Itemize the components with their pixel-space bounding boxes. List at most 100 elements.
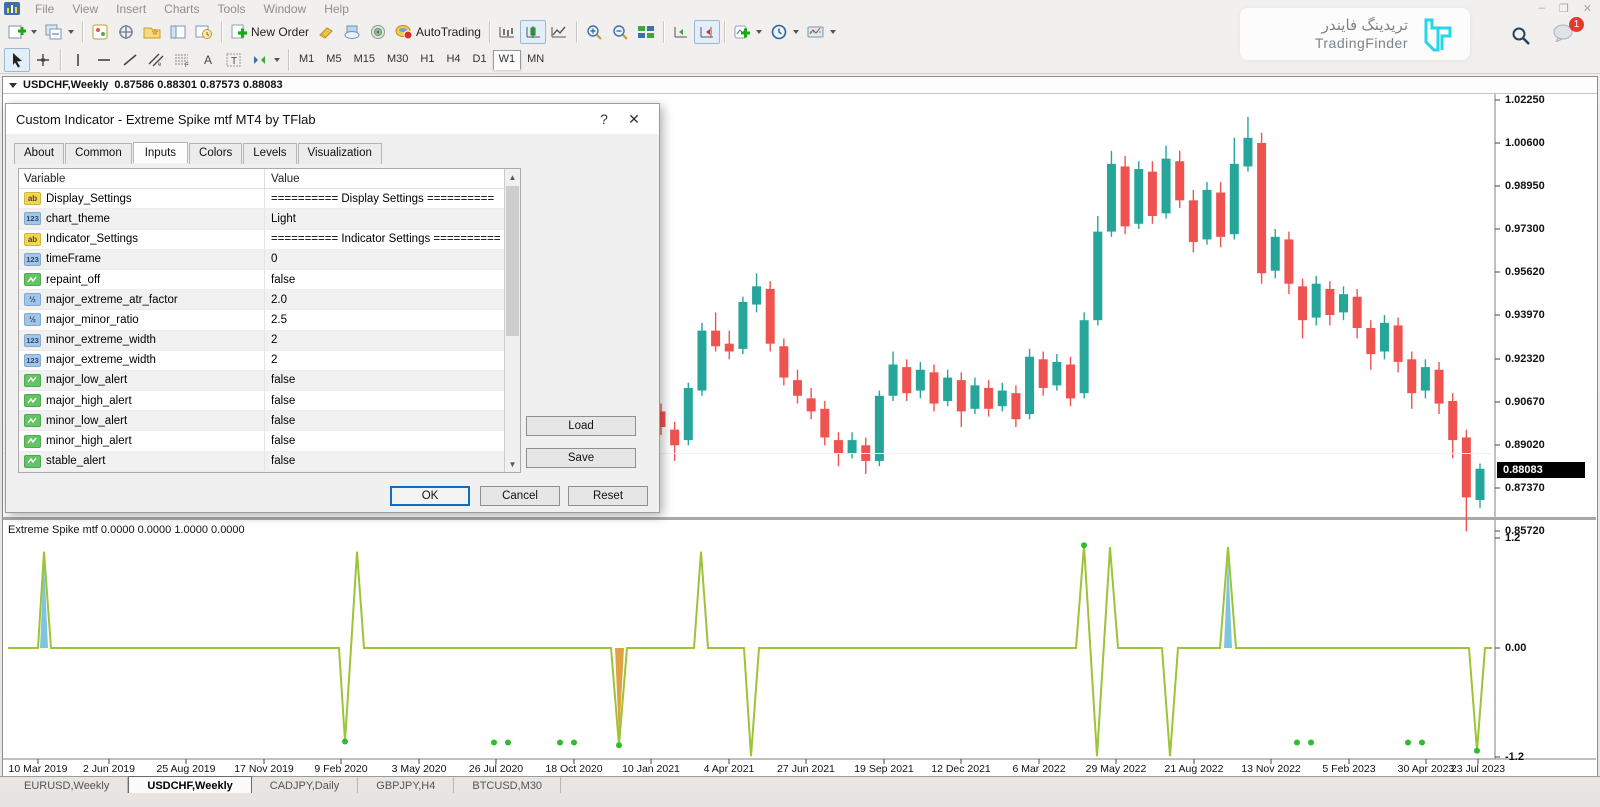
variable-value[interactable]: false bbox=[264, 270, 520, 289]
table-row[interactable]: 123minor_extreme_width2 bbox=[19, 331, 520, 351]
strategy-tester-button[interactable] bbox=[191, 20, 217, 44]
chart-shift-button[interactable] bbox=[694, 20, 720, 44]
variable-value[interactable]: false bbox=[264, 411, 520, 430]
timeframe-button-h4[interactable]: H4 bbox=[440, 50, 466, 70]
reset-button[interactable]: Reset bbox=[568, 486, 648, 506]
market-watch-button[interactable] bbox=[87, 20, 113, 44]
table-row[interactable]: stable_alertfalse bbox=[19, 452, 520, 472]
trendline-button[interactable] bbox=[117, 48, 143, 72]
timeframe-button-m30[interactable]: M30 bbox=[381, 50, 414, 70]
timeframe-button-mn[interactable]: MN bbox=[521, 50, 550, 70]
arrows-button[interactable] bbox=[247, 48, 284, 72]
horizontal-line-button[interactable] bbox=[91, 48, 117, 72]
text-button[interactable]: A bbox=[195, 48, 221, 72]
timeframe-button-m1[interactable]: M1 bbox=[293, 50, 320, 70]
history-center-button[interactable] bbox=[313, 20, 339, 44]
timeframe-button-w1[interactable]: W1 bbox=[493, 50, 522, 70]
scroll-up-arrow[interactable]: ▲ bbox=[505, 169, 520, 185]
chart-tab-gbpjpy[interactable]: GBPJPY,H4 bbox=[358, 777, 454, 793]
zoom-out-button[interactable] bbox=[607, 20, 633, 44]
fibonacci-button[interactable]: F bbox=[169, 48, 195, 72]
candlestick-chart-button[interactable] bbox=[520, 20, 546, 44]
table-scrollbar[interactable]: ▲ ▼ bbox=[504, 169, 520, 472]
variable-value[interactable]: 0 bbox=[264, 250, 520, 269]
chart-tab-btcusd[interactable]: BTCUSD,M30 bbox=[454, 777, 561, 793]
collapse-triangle-icon[interactable] bbox=[9, 83, 17, 88]
variable-value[interactable]: ========== Display Settings ========== bbox=[264, 189, 520, 208]
save-button[interactable]: Save bbox=[526, 448, 636, 468]
variable-value[interactable]: 2 bbox=[264, 351, 520, 370]
close-button[interactable]: ✕ bbox=[1583, 2, 1592, 15]
table-row[interactable]: 123timeFrame0 bbox=[19, 250, 520, 270]
timeframe-button-m15[interactable]: M15 bbox=[348, 50, 381, 70]
variable-value[interactable]: false bbox=[264, 371, 520, 390]
global-variables-button[interactable] bbox=[339, 20, 365, 44]
indicators-button[interactable] bbox=[729, 20, 766, 44]
table-row[interactable]: 123major_extreme_width2 bbox=[19, 351, 520, 371]
vertical-line-button[interactable] bbox=[65, 48, 91, 72]
scroll-down-arrow[interactable]: ▼ bbox=[505, 456, 520, 472]
variable-value[interactable]: 2.0 bbox=[264, 290, 520, 309]
load-button[interactable]: Load bbox=[526, 416, 636, 436]
dialog-tab-about[interactable]: About bbox=[14, 143, 64, 164]
profiles-button[interactable] bbox=[41, 20, 78, 44]
chart-tab-eurusd[interactable]: EURUSD,Weekly bbox=[6, 777, 128, 793]
menu-item-charts[interactable]: Charts bbox=[155, 2, 208, 16]
auto-scroll-button[interactable] bbox=[668, 20, 694, 44]
menu-item-tools[interactable]: Tools bbox=[209, 2, 255, 16]
variable-value[interactable]: 2.5 bbox=[264, 310, 520, 329]
line-chart-button[interactable] bbox=[546, 20, 572, 44]
table-row[interactable]: major_high_alertfalse bbox=[19, 391, 520, 411]
table-row[interactable]: abIndicator_Settings========== Indicator… bbox=[19, 230, 520, 250]
table-row[interactable]: ½major_minor_ratio2.5 bbox=[19, 310, 520, 330]
templates-button[interactable] bbox=[803, 20, 840, 44]
zoom-in-button[interactable] bbox=[581, 20, 607, 44]
timeframe-button-m5[interactable]: M5 bbox=[320, 50, 347, 70]
scroll-thumb[interactable] bbox=[506, 186, 519, 336]
ok-button[interactable]: OK bbox=[390, 486, 470, 506]
variable-value[interactable]: 2 bbox=[264, 331, 520, 350]
search-icon[interactable] bbox=[1511, 26, 1531, 46]
dialog-tab-colors[interactable]: Colors bbox=[189, 143, 242, 164]
equidistant-channel-button[interactable]: e bbox=[143, 48, 169, 72]
variable-value[interactable]: false bbox=[264, 452, 520, 471]
menu-item-view[interactable]: View bbox=[63, 2, 107, 16]
notifications-button[interactable]: 1 bbox=[1553, 24, 1575, 47]
table-row[interactable]: major_low_alertfalse bbox=[19, 371, 520, 391]
chart-tab-usdchf[interactable]: USDCHF,Weekly bbox=[128, 776, 251, 793]
variable-value[interactable]: false bbox=[264, 431, 520, 450]
navigator-button[interactable] bbox=[139, 20, 165, 44]
new-chart-button[interactable] bbox=[4, 20, 41, 44]
menu-item-help[interactable]: Help bbox=[315, 2, 358, 16]
text-label-button[interactable]: T bbox=[221, 48, 247, 72]
tile-windows-button[interactable] bbox=[633, 20, 659, 44]
table-row[interactable]: ½major_extreme_atr_factor2.0 bbox=[19, 290, 520, 310]
dialog-close-button[interactable]: ✕ bbox=[619, 111, 649, 128]
table-row[interactable]: 123chart_themeLight bbox=[19, 209, 520, 229]
terminal-button[interactable] bbox=[165, 20, 191, 44]
dialog-tab-visualization[interactable]: Visualization bbox=[298, 143, 382, 164]
cursor-button[interactable] bbox=[4, 48, 30, 72]
variable-value[interactable]: false bbox=[264, 391, 520, 410]
chart-header[interactable]: USDCHF,Weekly 0.87586 0.88301 0.87573 0.… bbox=[3, 77, 1597, 94]
restore-button[interactable]: ❐ bbox=[1559, 2, 1569, 15]
table-row[interactable]: repaint_offfalse bbox=[19, 270, 520, 290]
dialog-tab-levels[interactable]: Levels bbox=[243, 143, 296, 164]
dialog-tab-inputs[interactable]: Inputs bbox=[133, 142, 188, 163]
cancel-button[interactable]: Cancel bbox=[480, 486, 560, 506]
periods-button[interactable] bbox=[766, 20, 803, 44]
table-row[interactable]: abDisplay_Settings========== Display Set… bbox=[19, 189, 520, 209]
timeframe-button-d1[interactable]: D1 bbox=[467, 50, 493, 70]
minimize-button[interactable]: – bbox=[1539, 2, 1545, 15]
crosshair-button[interactable] bbox=[30, 48, 56, 72]
menu-item-file[interactable]: File bbox=[26, 2, 63, 16]
timeframe-button-h1[interactable]: H1 bbox=[414, 50, 440, 70]
menu-item-insert[interactable]: Insert bbox=[107, 2, 155, 16]
dialog-help-button[interactable]: ? bbox=[589, 111, 619, 127]
menu-item-window[interactable]: Window bbox=[255, 2, 316, 16]
autotrading-button[interactable]: AutoTrading bbox=[391, 20, 485, 44]
bar-chart-button[interactable] bbox=[494, 20, 520, 44]
variable-value[interactable]: ========== Indicator Settings ========== bbox=[264, 230, 520, 249]
new-order-button[interactable]: New Order bbox=[226, 20, 313, 44]
table-row[interactable]: minor_high_alertfalse bbox=[19, 431, 520, 451]
